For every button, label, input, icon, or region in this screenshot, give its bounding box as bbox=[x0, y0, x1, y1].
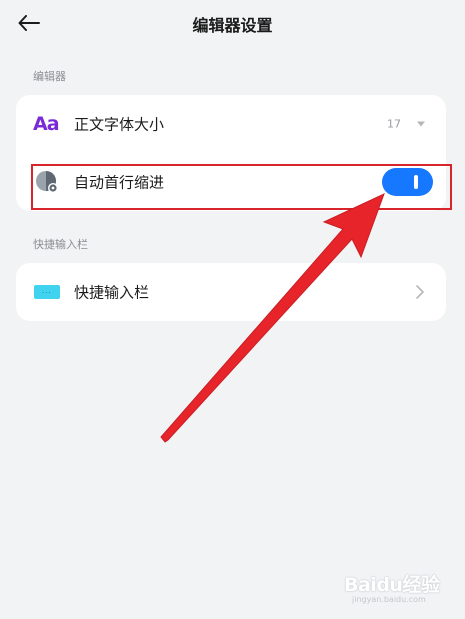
annotation-arrow bbox=[160, 193, 385, 443]
watermark-url: jingyan.baidu.com bbox=[352, 595, 426, 604]
watermark-text: Baidu经验 bbox=[344, 574, 440, 596]
baidu-watermark: Baidu经验 jingyan.baidu.com bbox=[336, 560, 446, 610]
